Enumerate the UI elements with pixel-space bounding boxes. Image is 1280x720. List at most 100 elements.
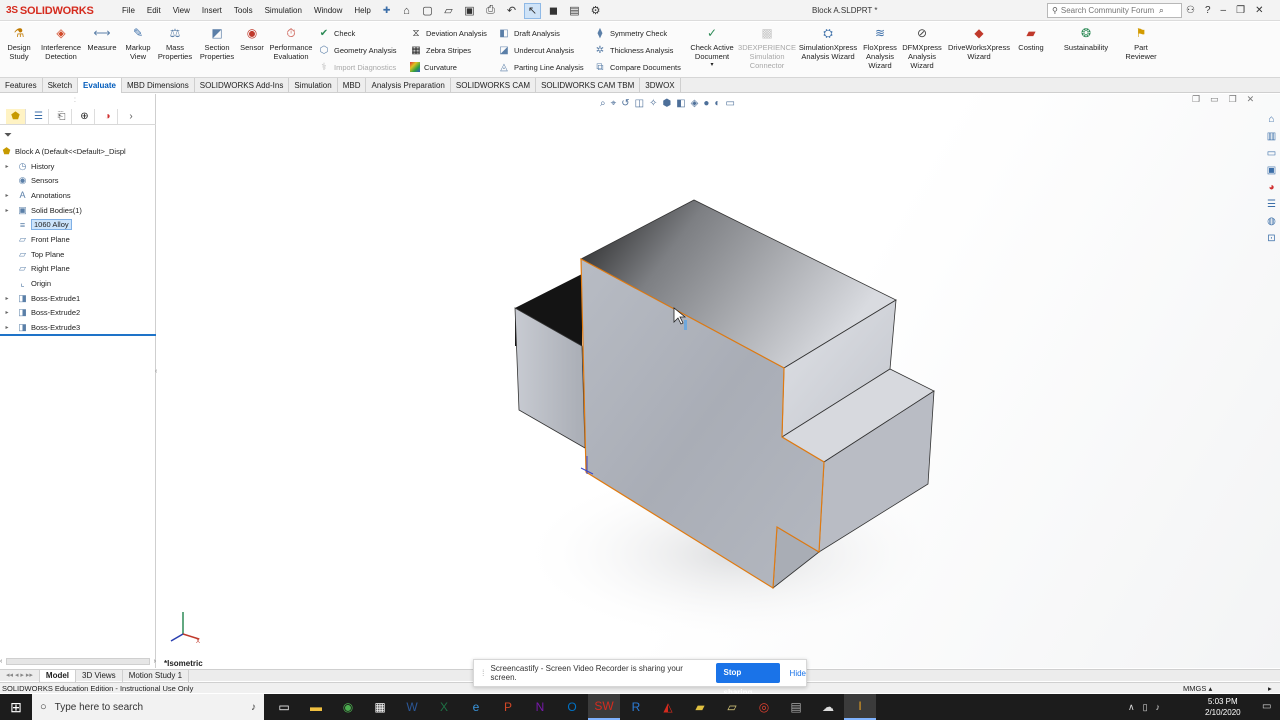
search-icon[interactable]: ⌕ (1159, 5, 1164, 16)
status-bar-toggle-icon[interactable]: ▸ (1268, 683, 1272, 694)
panel-scroll-right-icon[interactable]: › (121, 109, 141, 124)
notes-icon[interactable]: ▱ (716, 694, 748, 720)
outlook-icon[interactable]: O (556, 694, 588, 720)
draft-analysis-button[interactable]: ◧ Draft Analysis (498, 26, 560, 40)
menu-simulation[interactable]: Simulation (259, 6, 308, 15)
zebra-stripes-button[interactable]: ▦ Zebra Stripes (410, 43, 471, 57)
tray-expand-icon[interactable]: ∧ (1128, 702, 1135, 713)
floxpress-button[interactable]: ≋ FloXpress Analysis Wizard (860, 25, 900, 71)
dimxpert-manager-tab-icon[interactable]: ⊕ (75, 108, 95, 124)
file-explorer-icon[interactable]: ▭ (1264, 146, 1279, 161)
deviation-analysis-button[interactable]: ⧖ Deviation Analysis (410, 26, 486, 40)
expand-arrow-icon[interactable]: ▸ (3, 207, 11, 214)
curvature-button[interactable]: Curvature (410, 60, 457, 74)
tree-item[interactable]: ▱ Top Plane (0, 247, 156, 262)
interference-detection-button[interactable]: ◈ Interference Detection (38, 25, 84, 62)
print-icon[interactable]: ⎙ (482, 3, 499, 19)
tab-3d-views[interactable]: 3D Views (76, 669, 123, 682)
simulationxpress-button[interactable]: ⛭ SimulationXpress Analysis Wizard (796, 25, 860, 62)
part-reviewer-button[interactable]: ⚑ Part Reviewer (1120, 25, 1162, 62)
solidworks-resources-icon[interactable]: ⌂ (1264, 112, 1279, 127)
expand-arrow-icon[interactable]: ▸ (3, 163, 11, 170)
feature-manager-tab-icon[interactable]: ⬟ (6, 108, 26, 124)
parting-line-analysis-button[interactable]: ◬ Parting Line Analysis (498, 60, 583, 74)
control-app-icon[interactable]: ▤ (780, 694, 812, 720)
expand-arrow-icon[interactable]: ▸ (3, 192, 11, 199)
tree-item[interactable]: ▸ ▣ Solid Bodies(1) (0, 203, 156, 218)
stop-sharing-button[interactable]: Stop sharing (715, 663, 780, 697)
horizontal-scrollbar[interactable]: ‹ › (0, 656, 156, 666)
tab-features[interactable]: Features (0, 78, 43, 93)
media-icon[interactable]: ◎ (748, 694, 780, 720)
powerpoint-icon[interactable]: P (492, 694, 524, 720)
solidworks-taskbar-icon[interactable]: SW (588, 694, 620, 720)
chrome-icon[interactable]: ◉ (332, 694, 364, 720)
tree-item[interactable]: ▸ ◨ Boss-Extrude2 (0, 306, 156, 321)
tree-item[interactable]: ▸ ◨ Boss-Extrude1 (0, 291, 156, 306)
undercut-analysis-button[interactable]: ◪ Undercut Analysis (498, 43, 574, 57)
tab-motion-study[interactable]: Motion Study 1 (123, 669, 190, 682)
tab-analysis-preparation[interactable]: Analysis Preparation (366, 78, 451, 93)
expand-arrow-icon[interactable]: ▸ (3, 324, 11, 331)
units-selector[interactable]: MMGS ▴ (1183, 683, 1212, 694)
expand-arrow-icon[interactable]: ▸ (3, 309, 11, 316)
onenote-icon[interactable]: N (524, 694, 556, 720)
import-diagnostics-button[interactable]: ⚕ Import Diagnostics (318, 60, 396, 74)
autodesk-icon[interactable]: ◭ (652, 694, 684, 720)
tab-nav-arrows[interactable]: ◂◂ ◂ ▸ ▸▸ (0, 669, 40, 682)
system-clock[interactable]: 5:03 PM 2/10/2020 (1205, 696, 1241, 718)
dfmxpress-button[interactable]: ⊘ DFMXpress Analysis Wizard (900, 25, 944, 71)
view-palette-icon[interactable]: ▣ (1264, 163, 1279, 178)
word-icon[interactable]: W (396, 694, 428, 720)
3dexperience-connector-button[interactable]: ▩ 3DEXPERIENCE Simulation Connector (738, 25, 796, 71)
close-icon[interactable]: ✕ (1255, 5, 1263, 16)
tab-mbd-dimensions[interactable]: MBD Dimensions (122, 78, 195, 93)
geometry-analysis-button[interactable]: ⬡ Geometry Analysis (318, 43, 397, 57)
mass-properties-button[interactable]: ⚖ Mass Properties (156, 25, 194, 62)
rebuild-icon[interactable]: ◼ (545, 3, 562, 19)
revit-icon[interactable]: R (620, 694, 652, 720)
scroll-left-icon[interactable]: ‹ (0, 658, 2, 665)
tab-mbd[interactable]: MBD (338, 78, 367, 93)
costing-button[interactable]: ▰ Costing (1014, 25, 1048, 53)
appearances-icon[interactable]: ◕ (1264, 180, 1279, 195)
sensor-button[interactable]: ◉ Sensor (238, 25, 266, 53)
property-manager-tab-icon[interactable]: ☰ (29, 108, 49, 124)
menu-insert[interactable]: Insert (196, 6, 228, 15)
notification-icon[interactable]: ▭ (1262, 701, 1271, 712)
filter-icon[interactable]: ⏷ (4, 130, 12, 141)
menu-tools[interactable]: Tools (228, 6, 259, 15)
driveworksxpress-button[interactable]: ◆ DriveWorksXpress Wizard (946, 25, 1012, 62)
markup-view-button[interactable]: ✎ Markup View (122, 25, 154, 62)
excel-icon[interactable]: X (428, 694, 460, 720)
cloud-app-icon[interactable]: ☁ (812, 694, 844, 720)
volume-icon[interactable]: ♪ (1156, 702, 1161, 712)
3dexperience-marketplace-icon[interactable]: ⊡ (1264, 231, 1279, 246)
menu-edit[interactable]: Edit (141, 6, 167, 15)
tree-item[interactable]: ≡ 1060 Alloy (0, 217, 156, 232)
graphics-area[interactable]: ⌕ ⌖ ↺ ◫ ✧ ⬢ ◧ ◈ ● ◐ ▭ ❐ ▭ ❐ ✕ X *Isometr… (157, 94, 1280, 668)
menu-file[interactable]: File (116, 6, 141, 15)
minimize-icon[interactable]: – (1221, 5, 1227, 16)
tab-solidworks-add-ins[interactable]: SOLIDWORKS Add-Ins (195, 78, 290, 93)
display-manager-tab-icon[interactable]: ◑ (98, 108, 118, 124)
thickness-analysis-button[interactable]: ✲ Thickness Analysis (594, 43, 674, 57)
tab-solidworks-cam[interactable]: SOLIDWORKS CAM (451, 78, 537, 93)
search-box[interactable]: ⚲ ⌕ (1047, 3, 1182, 18)
windows-start-icon[interactable]: ⊞ (0, 694, 32, 720)
options-icon[interactable]: ⚙ (587, 3, 604, 19)
measure-button[interactable]: ⟷ Measure (86, 25, 118, 53)
check-active-document-button[interactable]: ✓ Check Active Document ▾ (688, 25, 736, 70)
design-library-icon[interactable]: ▥ (1264, 129, 1279, 144)
performance-evaluation-button[interactable]: ⏱ Performance Evaluation (268, 25, 314, 62)
scroll-right-icon[interactable]: › (154, 658, 156, 665)
tab-solidworks-cam-tbm[interactable]: SOLIDWORKS CAM TBM (536, 78, 641, 93)
edge-icon[interactable]: e (460, 694, 492, 720)
new-document-icon[interactable]: ▢ (419, 3, 436, 19)
tree-item[interactable]: ▸ ◨ Boss-Extrude3 (0, 320, 156, 335)
pin-icon[interactable]: ✚ (377, 5, 397, 16)
search-input[interactable] (1060, 6, 1156, 15)
tree-root[interactable]: ⬟ Block A (Default<<Default>_Displ (0, 144, 156, 159)
tab-evaluate[interactable]: Evaluate (78, 78, 122, 93)
rollback-bar[interactable] (0, 334, 156, 336)
